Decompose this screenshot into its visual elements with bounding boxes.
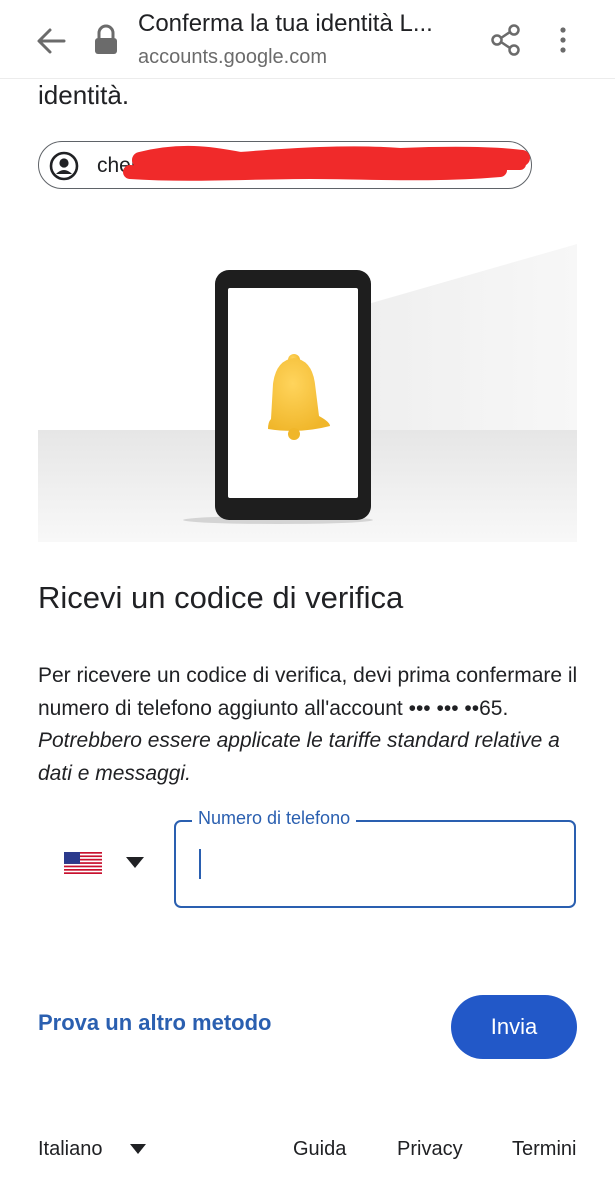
language-selector[interactable]: Italiano — [38, 1138, 103, 1161]
chevron-down-icon[interactable] — [130, 1144, 146, 1154]
page-title: Conferma la tua identità L... — [138, 10, 433, 37]
back-arrow-icon[interactable] — [34, 24, 68, 58]
try-another-method-link[interactable]: Prova un altro metodo — [38, 1010, 271, 1036]
browser-toolbar: Conferma la tua identità L... accounts.g… — [0, 0, 615, 79]
phone-number-label: Numero di telefono — [192, 808, 357, 829]
chevron-down-icon — [126, 857, 144, 868]
footer: Italiano Guida Privacy Termini — [0, 1130, 615, 1170]
page-heading: identità. — [38, 80, 130, 110]
account-circle-icon — [49, 151, 79, 181]
section-title: Ricevi un codice di verifica — [38, 580, 404, 615]
lock-icon — [95, 24, 117, 54]
send-button[interactable]: Invia — [451, 995, 577, 1059]
footer-help-link[interactable]: Guida — [293, 1138, 346, 1161]
redaction-scribble — [123, 145, 530, 181]
description-note: Potrebbero essere applicate le tariffe s… — [38, 729, 560, 785]
share-icon[interactable] — [488, 22, 524, 58]
text-cursor — [199, 849, 201, 879]
more-vert-icon[interactable] — [551, 22, 575, 58]
description-main: Per ricevere un codice di verifica, devi… — [38, 664, 578, 720]
footer-privacy-link[interactable]: Privacy — [397, 1138, 463, 1161]
description-text: Per ricevere un codice di verifica, devi… — [38, 660, 578, 790]
phone-notification-illustration — [38, 244, 577, 542]
page-url[interactable]: accounts.google.com — [138, 46, 327, 69]
footer-terms-link[interactable]: Termini — [512, 1138, 576, 1161]
phone-number-input[interactable] — [190, 836, 564, 894]
country-code-dropdown[interactable] — [56, 840, 156, 888]
us-flag-icon — [64, 852, 102, 874]
